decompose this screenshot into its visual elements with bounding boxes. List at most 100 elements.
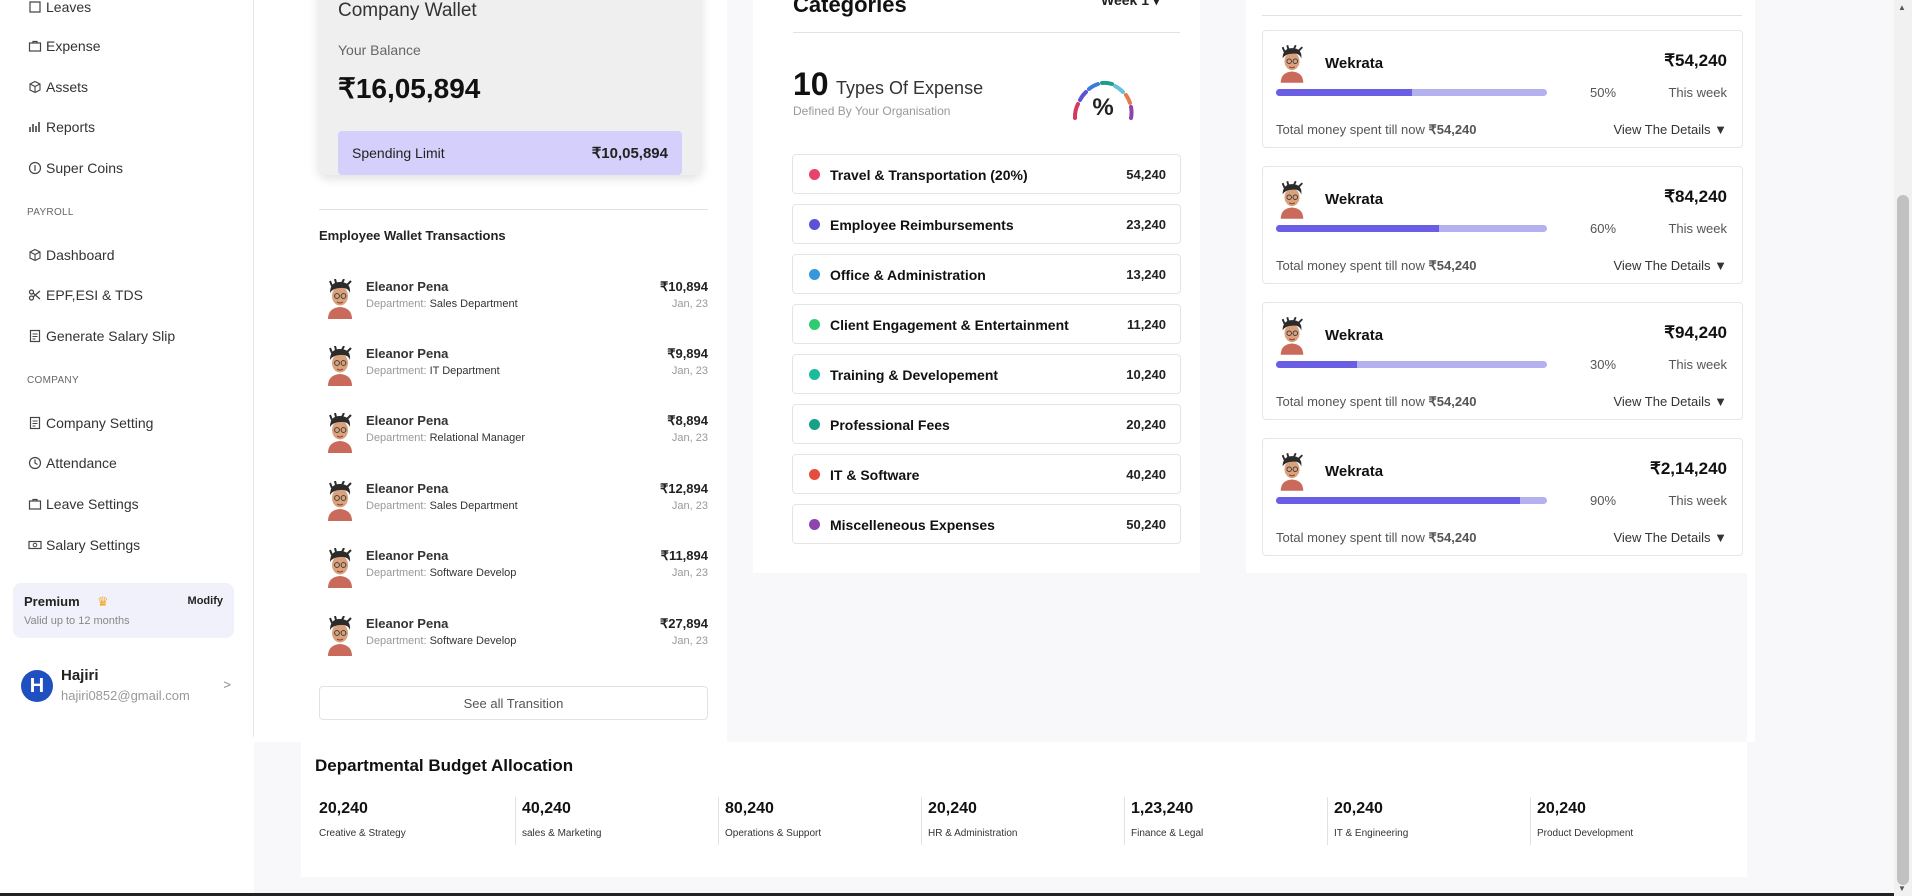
sidebar-item-reports[interactable]: Reports <box>27 119 95 135</box>
sidebar-item-expense[interactable]: Expense <box>27 38 100 54</box>
transaction-row[interactable]: Eleanor Pena Department: Software Develop… <box>319 542 708 594</box>
category-value: 40,240 <box>1126 467 1166 482</box>
department-item: 20,240 HR & Administration <box>924 800 1127 842</box>
category-color-dot <box>809 369 820 380</box>
progress-fill <box>1276 225 1439 232</box>
employee-name: Eleanor Pena <box>366 548 449 563</box>
transaction-amount: ₹8,894 <box>667 413 708 428</box>
expense-types-subtitle: Defined By Your Organisation <box>793 104 951 118</box>
transactions-title: Employee Wallet Transactions <box>319 228 506 243</box>
divider <box>319 209 708 210</box>
transaction-date: Jan, 23 <box>671 298 708 310</box>
department-amount: 80,240 <box>725 800 774 817</box>
view-details-button[interactable]: View The Details ▼ <box>1613 258 1727 273</box>
avatar <box>324 345 356 386</box>
progress-fill <box>1276 497 1520 504</box>
scroll-up-icon[interactable]: ▲ <box>1898 3 1906 12</box>
card-amount: ₹94,240 <box>1664 323 1727 342</box>
transaction-date: Jan, 23 <box>671 432 708 444</box>
category-value: 11,240 <box>1126 317 1166 332</box>
department-item: 80,240 Operations & Support <box>721 800 924 842</box>
category-row[interactable]: Professional Fees 20,240 <box>792 404 1181 444</box>
weekly-spend-card: Wekrata ₹54,240 50% This week Total money sp… <box>1262 30 1743 148</box>
premium-validity: Valid up to 12 months <box>24 615 130 627</box>
category-row[interactable]: Miscelleneous Expenses 50,240 <box>792 504 1181 544</box>
category-row[interactable]: Office & Administration 13,240 <box>792 254 1181 294</box>
transaction-row[interactable]: Eleanor Pena Department: Software Develop… <box>319 610 708 662</box>
transaction-row[interactable]: Eleanor Pena Department: Relational Manag… <box>319 407 708 459</box>
sidebar-item-epf[interactable]: EPF,ESI & TDS <box>27 287 143 303</box>
sidebar-item-generate-salary-slip[interactable]: Generate Salary Slip <box>27 328 175 344</box>
category-row[interactable]: Client Engagement & Entertainment 11,240 <box>792 304 1181 344</box>
employee-department: Department: IT Department <box>366 365 500 377</box>
sidebar-item-label: Company Setting <box>46 415 154 431</box>
department-key: Department: <box>366 432 427 444</box>
view-details-button[interactable]: View The Details ▼ <box>1613 122 1727 137</box>
avatar <box>1277 316 1307 355</box>
sidebar-item-company-setting[interactable]: Company Setting <box>27 415 153 431</box>
transaction-amount: ₹9,894 <box>667 346 708 361</box>
transaction-row[interactable]: Eleanor Pena Department: IT Department ₹9,… <box>319 340 708 392</box>
sidebar-item-leaves[interactable]: Leaves <box>27 0 91 15</box>
view-details-button[interactable]: View The Details ▼ <box>1613 394 1727 409</box>
category-color-dot <box>809 269 820 280</box>
employee-department: Department: Sales Department <box>366 298 518 310</box>
total-spent: Total money spent till now ₹54,240 <box>1276 394 1477 410</box>
transaction-row[interactable]: Eleanor Pena Department: Sales Department… <box>319 475 708 527</box>
sidebar-item-leave-settings[interactable]: Leave Settings <box>27 496 139 512</box>
category-value: 10,240 <box>1126 367 1166 382</box>
sidebar-item-dashboard[interactable]: Dashboard <box>27 247 115 263</box>
department-name: Product Development <box>1537 828 1634 839</box>
department-amount: 20,240 <box>1537 800 1586 817</box>
content-bg <box>254 742 301 893</box>
view-details-button[interactable]: View The Details ▼ <box>1613 530 1727 545</box>
premium-card: Premium ♛ Modify Valid up to 12 months <box>13 583 234 638</box>
sidebar-item-assets[interactable]: Assets <box>27 79 88 95</box>
department-value: Software Develop <box>429 567 517 579</box>
sidebar-item-label: Dashboard <box>46 247 115 263</box>
department-separator <box>1530 797 1531 845</box>
total-spent-label: Total money spent till now <box>1276 530 1425 545</box>
vertical-scrollbar[interactable]: ▲ ▼ <box>1894 0 1912 896</box>
sidebar-item-attendance[interactable]: Attendance <box>27 455 117 471</box>
expense-types-count: 10 <box>793 66 829 102</box>
sidebar: Leaves Expense Assets Reports Super Coin… <box>0 0 254 737</box>
department-key: Department: <box>366 365 427 377</box>
category-row[interactable]: Employee Reimbursements 23,240 <box>792 204 1181 244</box>
user-profile[interactable]: H Hajiri hajiri0852@gmail.com > <box>21 667 231 707</box>
category-value: 23,240 <box>1126 217 1166 232</box>
sidebar-item-salary-settings[interactable]: Salary Settings <box>27 537 140 553</box>
sidebar-item-label: Super Coins <box>46 160 124 176</box>
content-bg <box>254 877 1894 893</box>
spending-limit-value: ₹10,05,894 <box>591 145 668 162</box>
avatar <box>324 615 356 656</box>
avatar <box>324 412 356 453</box>
weekly-spend-card: Wekrata ₹84,240 60% This week Total money sp… <box>1262 166 1743 284</box>
category-row[interactable]: Training & Developement 10,240 <box>792 354 1181 394</box>
department-separator <box>1327 797 1328 845</box>
category-value: 13,240 <box>1126 267 1166 282</box>
category-row[interactable]: Travel & Transportation (20%) 54,240 <box>792 154 1181 194</box>
category-label: Professional Fees <box>830 417 950 433</box>
balance-label: Your Balance <box>338 42 421 58</box>
crown-icon: ♛ <box>97 594 109 609</box>
card-name: Wekrata <box>1325 55 1384 72</box>
spending-limit: Spending Limit ₹10,05,894 <box>338 131 682 175</box>
department-key: Department: <box>366 298 427 310</box>
see-all-transactions-button[interactable]: See all Transition <box>319 686 708 720</box>
scrollbar-thumb[interactable] <box>1897 195 1909 885</box>
sidebar-item-label: EPF,ESI & TDS <box>46 287 143 303</box>
progress-percent: 50% <box>1590 85 1617 100</box>
week-dropdown[interactable]: Week 1 ▾ <box>1101 0 1160 9</box>
department-key: Department: <box>366 500 427 512</box>
sidebar-item-super-coins[interactable]: Super Coins <box>27 160 123 176</box>
transaction-row[interactable]: Eleanor Pena Department: Sales Department… <box>319 273 708 325</box>
category-row[interactable]: IT & Software 40,240 <box>792 454 1181 494</box>
employee-name: Eleanor Pena <box>366 279 449 294</box>
avatar <box>1277 44 1307 83</box>
chevron-right-icon[interactable]: > <box>223 677 231 692</box>
scroll-down-icon[interactable]: ▼ <box>1898 884 1906 893</box>
card-name: Wekrata <box>1325 327 1384 344</box>
modify-button[interactable]: Modify <box>188 595 223 607</box>
percent-gauge: % <box>1070 66 1136 124</box>
